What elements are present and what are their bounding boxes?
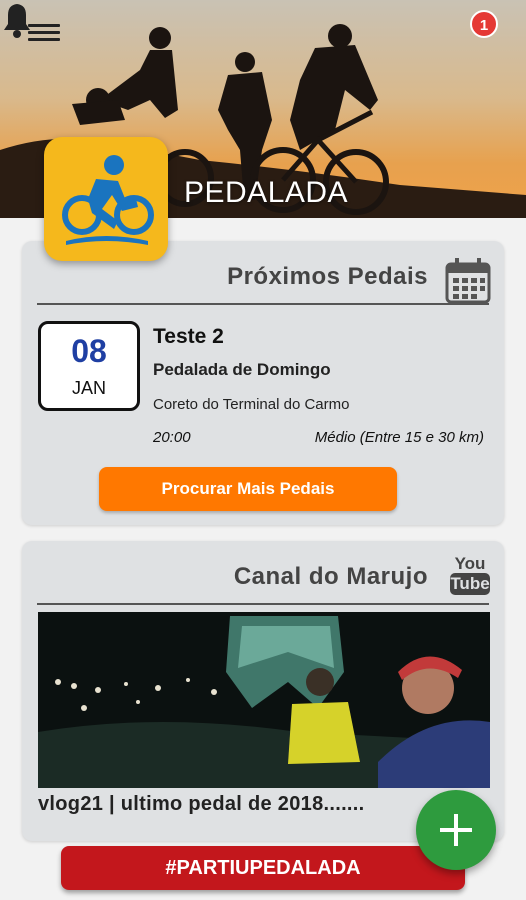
youtube-icon-top: You: [454, 554, 486, 573]
app-logo: [44, 137, 168, 261]
notification-badge[interactable]: 1: [470, 10, 498, 38]
channel-card: Canal do Marujo You Tube vlog21 | ultimo…: [22, 541, 504, 841]
video-title[interactable]: vlog21 | ultimo pedal de 2018.......: [38, 793, 365, 816]
divider: [37, 603, 489, 605]
event-month: JAN: [71, 378, 106, 398]
event-subtitle: Pedalada de Domingo: [153, 360, 331, 379]
event-time: 20:00: [153, 429, 191, 446]
divider: [37, 303, 489, 305]
app-title: PEDALADA: [184, 176, 349, 209]
partiu-pedalada-button[interactable]: #PARTIUPEDALADA: [61, 846, 465, 890]
video-frame-image: [38, 612, 490, 788]
video-thumbnail[interactable]: [38, 612, 490, 788]
find-more-rides-button[interactable]: Procurar Mais Pedais: [99, 467, 397, 511]
event-place: Coreto do Terminal do Carmo: [153, 396, 350, 413]
event-name[interactable]: Teste 2: [153, 325, 224, 349]
bell-icon[interactable]: [0, 0, 50, 40]
calendar-icon[interactable]: [445, 256, 491, 304]
youtube-icon[interactable]: You Tube: [450, 555, 490, 595]
cyclist-icon: [62, 155, 154, 245]
channel-title: Canal do Marujo: [233, 563, 428, 590]
event-date-box: 08 JAN: [38, 321, 140, 411]
upcoming-rides-title: Próximos Pedais: [227, 263, 428, 290]
plus-icon[interactable]: [416, 790, 496, 870]
event-day: 08: [71, 333, 107, 369]
event-level: Médio (Entre 15 e 30 km): [314, 429, 484, 446]
youtube-icon-bottom: Tube: [450, 573, 490, 595]
upcoming-rides-card: Próximos Pedais 08 JAN Teste 2 Pedalada …: [22, 241, 504, 525]
